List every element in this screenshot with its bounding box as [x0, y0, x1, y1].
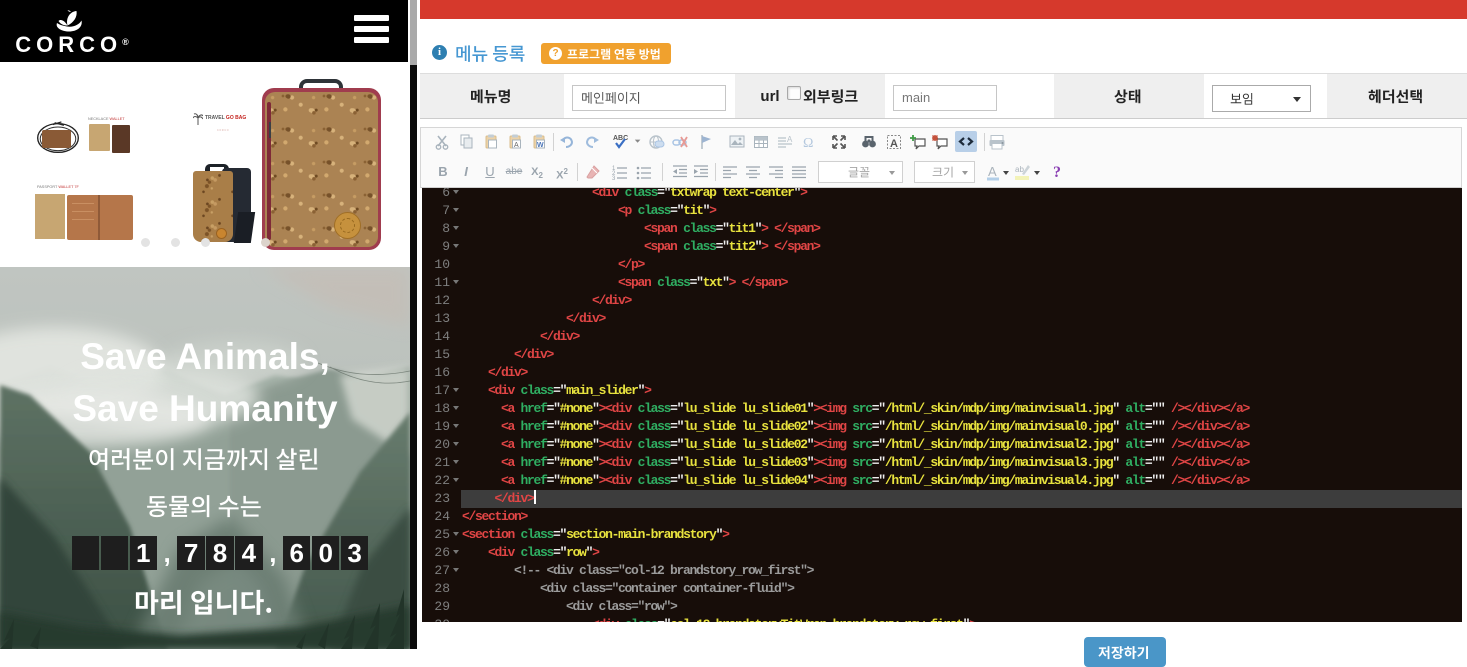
svg-text:A: A — [988, 164, 997, 179]
svg-text:W: W — [537, 142, 544, 149]
svg-text:A: A — [787, 135, 793, 144]
svg-text:A: A — [890, 138, 898, 150]
svg-text:ABC: ABC — [613, 135, 628, 142]
svg-text:Ω: Ω — [803, 136, 813, 151]
svg-text:3: 3 — [612, 176, 616, 181]
svg-text:A: A — [514, 142, 519, 149]
